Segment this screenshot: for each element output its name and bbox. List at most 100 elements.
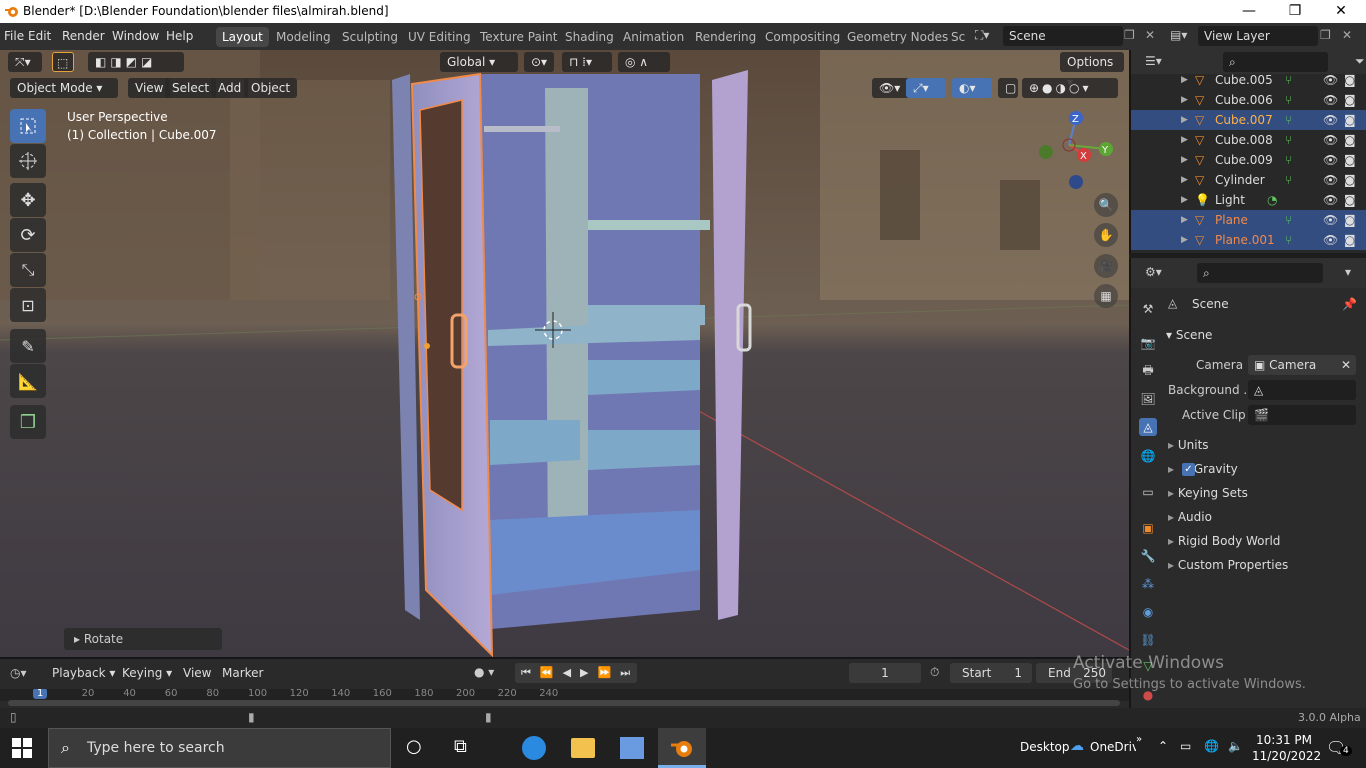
mesh-data-icon[interactable]: ⑂: [1285, 90, 1292, 110]
render-camera-icon[interactable]: ◙: [1344, 90, 1356, 110]
show-hidden-icons[interactable]: ⌃: [1158, 739, 1168, 753]
tab-modeling[interactable]: Modeling: [270, 27, 337, 47]
pin-icon[interactable]: 📌: [1342, 297, 1357, 311]
edge-browser-icon[interactable]: [522, 736, 546, 760]
viewport-menu-select[interactable]: Select: [165, 78, 217, 98]
audio-panel[interactable]: ▸ Audio: [1168, 510, 1212, 524]
keying-menu[interactable]: Keying ▾: [122, 666, 172, 680]
visibility-eye-icon[interactable]: 👁: [1323, 170, 1338, 190]
mesh-data-icon[interactable]: ⑂: [1285, 70, 1292, 90]
last-operator-panel[interactable]: ▸ Rotate: [64, 628, 222, 650]
new-scene-icon[interactable]: ❐: [1124, 28, 1135, 42]
outliner-row[interactable]: ▶ ▽ Cylinder ⑂ 👁 ◙: [1131, 170, 1366, 190]
render-tab-icon[interactable]: 📷: [1139, 334, 1157, 352]
file-explorer-icon[interactable]: [571, 738, 595, 758]
selection-mode-icons[interactable]: ◧◨◩◪: [88, 52, 184, 72]
menu-edit[interactable]: Edit: [22, 28, 57, 44]
visibility-eye-icon[interactable]: 👁: [1323, 190, 1338, 210]
volume-icon[interactable]: 🔈: [1228, 739, 1243, 753]
expand-arrow-icon[interactable]: ▶: [1181, 90, 1188, 110]
view-layer-tab-icon[interactable]: 🖼: [1139, 390, 1157, 408]
view-layer-field[interactable]: View Layer: [1198, 26, 1318, 46]
3d-viewport[interactable]: Object Mode ▾ View Select Add Object ⤧▾ …: [0, 50, 1129, 657]
menu-window[interactable]: Window: [106, 28, 165, 44]
properties-editor-type-icon[interactable]: ⚙▾: [1145, 265, 1162, 279]
outliner-row[interactable]: ▶ ▽ Cube.005 ⑂ 👁 ◙: [1131, 70, 1366, 90]
expand-arrow-icon[interactable]: ▶: [1181, 70, 1188, 90]
measure-tool-icon[interactable]: 📐: [10, 364, 46, 398]
scene-name-field[interactable]: Scene: [1003, 26, 1123, 46]
mesh-data-icon[interactable]: ⑂: [1285, 230, 1292, 250]
render-camera-icon[interactable]: ◙: [1344, 230, 1356, 250]
render-camera-icon[interactable]: ◙: [1344, 110, 1356, 130]
expand-arrow-icon[interactable]: ▶: [1181, 230, 1188, 250]
collection-tab-icon[interactable]: ▭: [1139, 483, 1157, 501]
render-camera-icon[interactable]: ◙: [1344, 150, 1356, 170]
tab-geometry-nodes[interactable]: Geometry Nodes: [841, 27, 954, 47]
render-camera-icon[interactable]: ◙: [1344, 130, 1356, 150]
background-field[interactable]: ◬: [1248, 380, 1356, 400]
battery-icon[interactable]: ▭: [1180, 739, 1191, 753]
expand-arrow-icon[interactable]: ▶: [1181, 210, 1188, 230]
new-view-layer-icon[interactable]: ❐: [1320, 28, 1331, 42]
camera-field[interactable]: ▣ Camera ✕: [1248, 355, 1356, 375]
cursor-tool-icon[interactable]: [10, 144, 46, 178]
scale-tool-icon[interactable]: ⤡: [10, 253, 46, 287]
outliner-display-icon[interactable]: ☰▾: [1145, 54, 1162, 68]
menu-help[interactable]: Help: [160, 28, 199, 44]
start-frame-field[interactable]: Start 1: [950, 663, 1032, 683]
properties-search[interactable]: ⌕: [1197, 263, 1323, 283]
gizmo-toggle-icon[interactable]: ⤢▾: [906, 78, 946, 98]
active-clip-field[interactable]: 🎬: [1248, 405, 1356, 425]
world-tab-icon[interactable]: 🌐: [1139, 447, 1157, 465]
viewport-menu-add[interactable]: Add: [211, 78, 249, 98]
task-view-icon[interactable]: ⧉: [454, 736, 467, 757]
scene-tab-icon[interactable]: ◬: [1139, 418, 1157, 436]
move-tool-icon[interactable]: ✥: [10, 183, 46, 217]
tab-compositing[interactable]: Compositing: [759, 27, 846, 47]
units-panel[interactable]: ▸ Units: [1168, 438, 1209, 452]
outliner-row[interactable]: ▶ 💡 Light ◔ 👁 ◙: [1131, 190, 1366, 210]
expand-arrow-icon[interactable]: ▶: [1181, 130, 1188, 150]
select-tool-icon[interactable]: [10, 109, 46, 143]
scene-panel-header[interactable]: ▾ Scene: [1166, 328, 1212, 342]
tab-animation[interactable]: Animation: [617, 27, 690, 47]
object-tab-icon[interactable]: ▣: [1139, 519, 1157, 537]
tab-layout[interactable]: Layout: [216, 27, 269, 47]
outliner-row[interactable]: ▶ ▽ Cube.006 ⑂ 👁 ◙: [1131, 90, 1366, 110]
zoom-icon[interactable]: 🔍: [1094, 193, 1118, 217]
gravity-checkbox[interactable]: ✓: [1182, 463, 1195, 476]
blender-taskbar-button[interactable]: [658, 728, 706, 768]
expand-arrow-icon[interactable]: ▶: [1181, 190, 1188, 210]
render-camera-icon[interactable]: ◙: [1344, 210, 1356, 230]
tab-uv-editing[interactable]: UV Editing: [402, 27, 477, 47]
overlay-toggle-icon[interactable]: ◐▾: [952, 78, 992, 98]
pan-hand-icon[interactable]: ✋: [1094, 223, 1118, 247]
close-button[interactable]: ✕: [1318, 0, 1364, 23]
shading-mode-icons[interactable]: ⊕●◑○▾: [1022, 78, 1118, 98]
toolbar-more-icon[interactable]: »: [1136, 734, 1142, 745]
xray-toggle-icon[interactable]: ▢: [998, 78, 1018, 98]
options-button[interactable]: Options ▾: [1060, 52, 1124, 89]
transform-tool-icon[interactable]: ⊡: [10, 288, 46, 322]
visibility-eye-icon[interactable]: 👁: [1323, 230, 1338, 250]
modifier-tab-icon[interactable]: 🔧: [1139, 547, 1157, 565]
clock-date[interactable]: 11/20/2022: [1252, 749, 1321, 763]
mesh-data-icon[interactable]: ⑂: [1285, 150, 1292, 170]
clear-camera-icon[interactable]: ✕: [1341, 355, 1351, 375]
visibility-eye-icon[interactable]: 👁: [1323, 130, 1338, 150]
clock-icon[interactable]: ⏱: [930, 665, 939, 680]
current-frame-field[interactable]: 1: [849, 663, 921, 683]
filter-icon[interactable]: ⏷: [1355, 54, 1365, 69]
record-icon[interactable]: ● ▾: [474, 665, 494, 679]
outliner-row[interactable]: ▶ ▽ Cube.008 ⑂ 👁 ◙: [1131, 130, 1366, 150]
gravity-panel[interactable]: ▸ ✓ Gravity: [1168, 462, 1238, 476]
expand-arrow-icon[interactable]: ▶: [1181, 170, 1188, 190]
render-camera-icon[interactable]: ◙: [1344, 70, 1356, 90]
tool-tab-icon[interactable]: ⚒: [1139, 300, 1157, 318]
view-layer-selector-icon[interactable]: ▤▾: [1170, 28, 1187, 42]
particles-tab-icon[interactable]: ⁂: [1139, 575, 1157, 593]
properties-options-icon[interactable]: ▾: [1345, 265, 1351, 279]
onedrive-label[interactable]: OneDrive: [1090, 740, 1136, 754]
minimize-button[interactable]: —: [1226, 0, 1272, 23]
